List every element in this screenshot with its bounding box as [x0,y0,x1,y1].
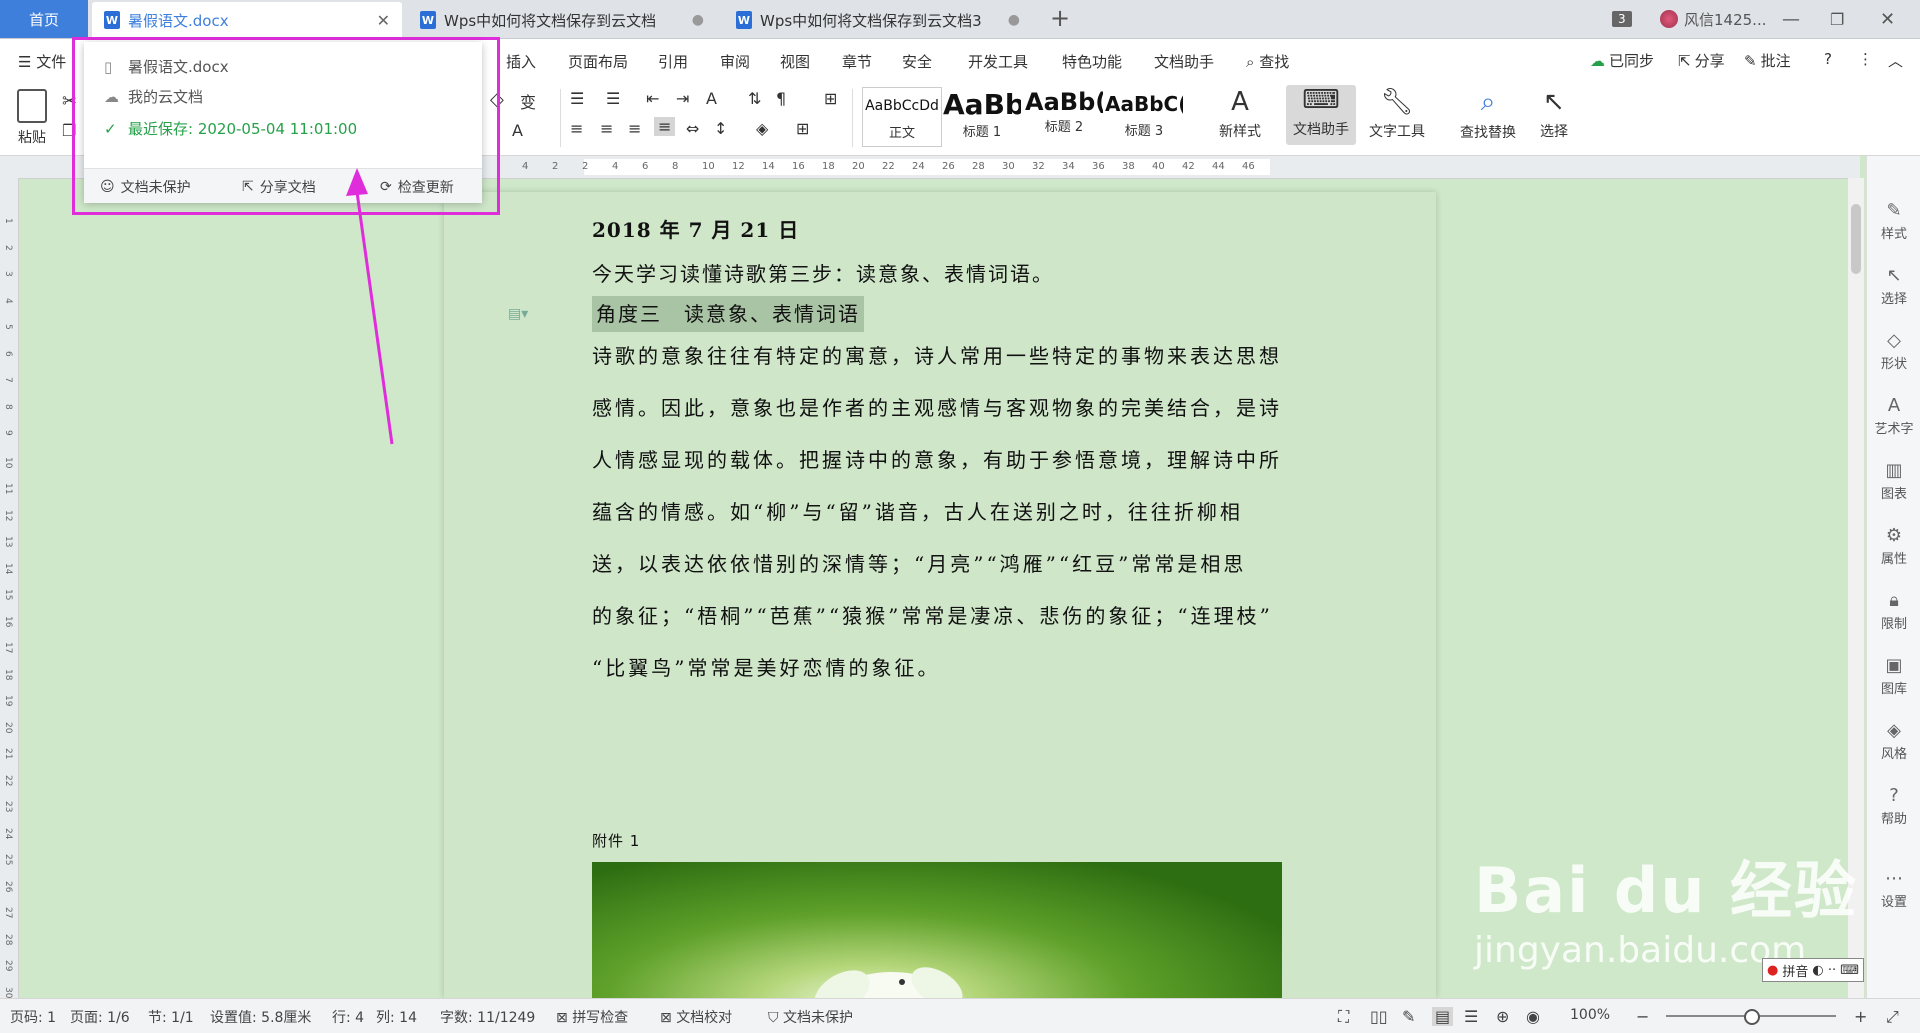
outline-view-icon[interactable]: ☰ [1464,1007,1478,1026]
ime-toolbar[interactable]: ● 拼音 ◐ ·· ⌨ [1762,958,1864,982]
doc-protect-status[interactable]: ⛉ 文档未保护 [768,1007,853,1027]
spell-check-button[interactable]: ⊠ 拼写检查 [556,1007,628,1027]
status-bar: 页码: 1 页面: 1/6 节: 1/1 设置值: 5.8厘米 行: 4 列: … [0,998,1920,1033]
zoom-in-icon[interactable]: + [1854,1007,1867,1026]
fullscreen-icon[interactable]: ⛶ [1338,1007,1349,1027]
status-section[interactable]: 节: 1/1 [148,1007,194,1027]
spell-check-icon: ⊠ [556,1010,568,1026]
status-col[interactable]: 列: 14 [376,1007,417,1027]
expand-icon[interactable]: ⤢ [1886,1007,1899,1027]
baidu-watermark-logo: Bai du 经验 [1474,854,1859,927]
ime-options-icon: ◐ ·· ⌨ [1812,962,1859,978]
proof-icon: ⊠ [660,1010,672,1026]
page-view-icon[interactable]: ▤ [1432,1007,1454,1026]
read-mode-icon[interactable]: ▯▯ [1370,1007,1388,1026]
status-page-number[interactable]: 页码: 1 [10,1007,56,1027]
ime-logo-icon: ● [1767,962,1779,978]
status-row[interactable]: 行: 4 [332,1007,364,1027]
status-setting[interactable]: 设置值: 5.8厘米 [210,1007,311,1027]
write-mode-icon[interactable]: ✎ [1402,1007,1415,1026]
baidu-watermark-url: jingyan.baidu.com [1474,930,1807,971]
shield-icon: ⛉ [768,1010,779,1026]
doc-proof-button[interactable]: ⊠ 文档校对 [660,1007,732,1027]
zoom-level[interactable]: 100% [1570,1007,1610,1023]
eye-protect-icon[interactable]: ◉ [1526,1007,1540,1026]
status-pages[interactable]: 页面: 1/6 [70,1007,130,1027]
status-words[interactable]: 字数: 11/1249 [440,1007,535,1027]
zoom-out-icon[interactable]: − [1636,1007,1649,1026]
zoom-slider-handle[interactable] [1744,1009,1760,1025]
web-view-icon[interactable]: ⊕ [1496,1007,1509,1026]
